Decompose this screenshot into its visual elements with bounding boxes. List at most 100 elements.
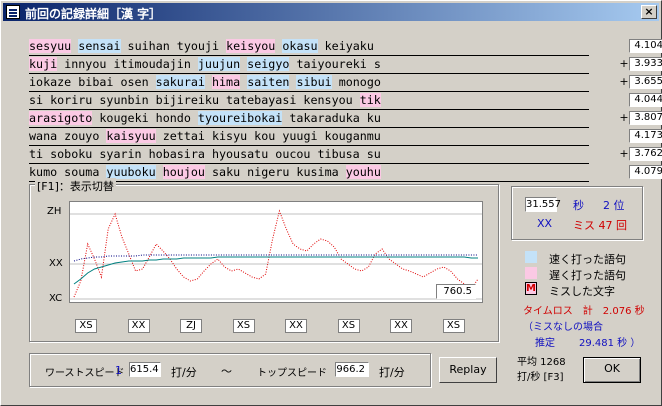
- fast-word: okasu: [282, 39, 318, 53]
- row-time: 4.104: [629, 39, 662, 53]
- total-time-field: 31.557: [525, 197, 561, 212]
- row-text: monogo: [331, 75, 381, 89]
- chart-series-line: [73, 254, 478, 262]
- fast-word: sensai: [78, 39, 121, 53]
- slow-legend-swatch: [525, 267, 537, 279]
- y-tick-label: XX: [49, 258, 63, 269]
- replay-button[interactable]: Replay: [439, 357, 497, 383]
- graph-group-label: [F1]：表示切替: [35, 178, 116, 194]
- close-button[interactable]: ×: [641, 5, 657, 19]
- fast-word: saiten: [247, 75, 290, 89]
- slow-word: arasigoto: [29, 111, 93, 125]
- miss-count: ミス 47 回: [573, 219, 627, 232]
- x-category-label: XX: [285, 319, 307, 333]
- worst-speed-unit: 打/分: [171, 366, 197, 379]
- y-tick-label: XC: [49, 293, 63, 304]
- worst-speed-num: 1: [115, 364, 122, 377]
- row-time: 3.762: [629, 147, 662, 161]
- row-text: [205, 75, 212, 89]
- row-time: 4.173: [629, 129, 662, 143]
- text-row: sesyuu sensai suihan tyouji keisyou okas…: [29, 39, 589, 56]
- chart-series-line: [73, 209, 479, 298]
- x-category-label: ZJ: [180, 319, 202, 333]
- fast-word: sibui: [296, 75, 332, 89]
- row-plus-marker: +: [619, 111, 629, 124]
- x-category-label: XS: [442, 319, 465, 333]
- row-time: 4.079: [629, 165, 662, 179]
- estimate-label: 推定: [535, 338, 555, 349]
- row-plus-marker: +: [619, 147, 629, 160]
- slow-word: keisyou: [226, 39, 276, 53]
- row-text: taiyoureki s: [289, 57, 381, 71]
- chart-series-line: [73, 256, 478, 285]
- row-text: suihan tyouji: [120, 39, 227, 53]
- row-text: si koriru syunbin bijireiku tatebayasi k…: [29, 93, 360, 107]
- fast-word: tyoureibokai: [197, 111, 283, 125]
- row-text: keiyaku: [317, 39, 374, 53]
- time-unit: 秒: [573, 199, 584, 212]
- worst-speed-field: 615.4: [129, 362, 161, 377]
- fast-legend-label: 速く打った語句: [549, 253, 626, 266]
- slow-word: sesyuu: [29, 39, 72, 53]
- slow-word: tik: [359, 93, 381, 107]
- x-category-label: XS: [75, 319, 97, 333]
- row-text: takaraduka ku: [282, 111, 381, 125]
- text-row: wana zouyo kaisyuu zettai kisyu kou yuug…: [29, 129, 589, 146]
- average-speed-unit: 打/秒 [F3]: [517, 372, 564, 383]
- slow-word: kaisyuu: [106, 129, 156, 143]
- slow-word: hima: [211, 75, 241, 89]
- slow-word: youhu: [345, 165, 381, 179]
- fast-word: seigyo: [247, 57, 290, 71]
- fast-word: yuuboku: [106, 165, 156, 179]
- window-title: 前回の記録詳細［漢 字］: [25, 7, 162, 21]
- text-row: iokaze bibai osen sakurai hima saiten si…: [29, 75, 589, 92]
- row-plus-marker: +: [619, 75, 629, 88]
- x-category-label: XS: [232, 319, 255, 333]
- row-time: 3.807: [629, 111, 662, 125]
- row-text: saku nigeru kusima: [204, 165, 346, 179]
- no-miss-note: （ミスなしの場合: [523, 322, 603, 333]
- miss-legend-label: ミスした文字: [549, 285, 615, 298]
- x-category-label: XS: [337, 319, 360, 333]
- row-text: ti soboku syarin hobasira hyousatu oucou…: [29, 147, 381, 161]
- row-plus-marker: +: [619, 57, 629, 70]
- miss-legend-mark: M: [525, 282, 537, 295]
- fast-legend-swatch: [525, 251, 537, 263]
- row-text: [156, 165, 163, 179]
- chart-svg: [70, 209, 482, 300]
- worst-speed-label: ワーストスピード: [45, 368, 125, 379]
- row-text: kumo souma: [29, 165, 107, 179]
- chart-value-readout: 760.5: [436, 284, 476, 299]
- row-text: zettai kisyu kou yuugi kouganmu: [155, 129, 381, 143]
- estimate-value: 29.481 秒 ）: [579, 338, 641, 349]
- fast-word: sakurai: [155, 75, 205, 89]
- average-speed: 平均 1268: [517, 357, 566, 368]
- row-time: 3.933: [629, 57, 662, 71]
- top-speed-unit: 打/分: [379, 366, 405, 379]
- app-icon: [6, 5, 20, 19]
- top-speed-label: トップスピード: [257, 368, 327, 379]
- speed-chart[interactable]: 760.5: [69, 201, 483, 303]
- row-text: wana zouyo: [29, 129, 107, 143]
- text-row: arasigoto kougeki hondo tyoureibokai tak…: [29, 111, 589, 128]
- x-category-label: XX: [127, 319, 150, 333]
- slow-legend-label: 遅く打った語句: [549, 269, 626, 282]
- slow-word: houjou: [162, 165, 205, 179]
- row-text: kougeki hondo: [92, 111, 198, 125]
- dialog-window: 前回の記録詳細［漢 字］ × sesyuu sensai suihan tyou…: [0, 0, 662, 406]
- row-text: innyou itimoudajin: [57, 57, 198, 71]
- text-row: kuji innyou itimoudajin juujun seigyo ta…: [29, 57, 589, 74]
- title-bar: 前回の記録詳細［漢 字］ ×: [3, 3, 659, 21]
- x-category-label: XX: [390, 319, 412, 333]
- tilde-separator: ～: [221, 365, 232, 378]
- class-label: XX: [537, 217, 553, 230]
- text-row: si koriru syunbin bijireiku tatebayasi k…: [29, 93, 589, 110]
- slow-word: kuji: [29, 57, 58, 71]
- rank-label: 2 位: [603, 199, 625, 212]
- row-time: 3.655: [629, 75, 662, 89]
- row-time: 4.044: [629, 93, 662, 107]
- ok-button[interactable]: OK: [583, 357, 641, 383]
- row-text: iokaze bibai osen: [29, 75, 156, 89]
- fast-word: juujun: [197, 57, 241, 71]
- time-loss-total: タイムロス 計 2.076 秒: [523, 306, 645, 317]
